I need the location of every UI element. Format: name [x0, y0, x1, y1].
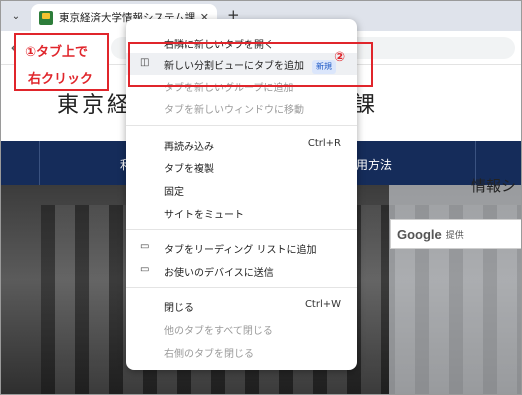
hero-overlay-panel	[389, 185, 521, 394]
menu-separator	[126, 125, 357, 126]
reading-list-icon: ▭	[140, 241, 150, 252]
menu-item-pin[interactable]: 固定	[126, 179, 357, 201]
menu-item-reload[interactable]: 再読み込み Ctrl+R	[126, 134, 357, 156]
devices-icon: ▭	[140, 264, 150, 275]
menu-shortcut: Ctrl+W	[304, 299, 341, 310]
menu-item-label: 再読み込み	[164, 142, 214, 153]
screenshot-frame: ⌄ 東京経済大学情報システム課 ✕ + ← 東京経 課 利 用方法 情報シ Go…	[0, 0, 522, 395]
menu-item-close-other-tabs[interactable]: 他のタブをすべて閉じる	[126, 318, 357, 340]
menu-item-close[interactable]: 閉じる Ctrl+W	[126, 295, 357, 317]
menu-item-label: 閉じる	[164, 303, 194, 314]
site-favicon-icon	[39, 10, 53, 25]
menu-item-label: 右側のタブを閉じる	[164, 349, 254, 360]
menu-item-move-to-new-window[interactable]: タブを新しいウィンドウに移動	[126, 97, 357, 119]
menu-item-label: お使いのデバイスに送信	[164, 268, 274, 279]
annotation-step1-line2: 右クリック	[28, 72, 94, 87]
nav-divider	[39, 141, 40, 185]
site-title: 東京経	[57, 93, 133, 118]
menu-item-duplicate[interactable]: タブを複製	[126, 156, 357, 178]
menu-item-close-tabs-right[interactable]: 右側のタブを閉じる	[126, 341, 357, 363]
menu-item-label: タブを複製	[164, 164, 214, 175]
menu-item-label: 固定	[164, 187, 184, 198]
menu-item-label: 他のタブをすべて閉じる	[164, 326, 273, 337]
nav-item-usage[interactable]: 用方法	[356, 156, 392, 173]
google-search-box[interactable]: Google 提供	[390, 219, 521, 249]
menu-item-mute-site[interactable]: サイトをミュート	[126, 202, 357, 224]
menu-item-label: タブをリーディング リストに追加	[164, 245, 317, 256]
menu-separator	[126, 287, 357, 288]
menu-item-add-to-reading-list[interactable]: ▭ タブをリーディング リストに追加	[126, 237, 357, 259]
menu-item-label: タブを新しいウィンドウに移動	[164, 105, 304, 116]
menu-item-send-to-devices[interactable]: ▭ お使いのデバイスに送信	[126, 260, 357, 282]
tab-search-dropdown-icon[interactable]: ⌄	[7, 7, 25, 25]
google-provided-label: 提供	[445, 230, 464, 241]
annotation-step2-number: ②	[334, 50, 346, 65]
menu-shortcut: Ctrl+R	[307, 138, 341, 149]
annotation-step1: ①タブ上で 右クリック	[14, 33, 109, 91]
hero-heading: 情報シ	[471, 177, 517, 195]
google-logo: Google	[397, 226, 442, 242]
menu-separator	[126, 229, 357, 230]
annotation-step1-line1: ①タブ上で	[25, 45, 89, 60]
menu-item-label: サイトをミュート	[164, 210, 244, 221]
